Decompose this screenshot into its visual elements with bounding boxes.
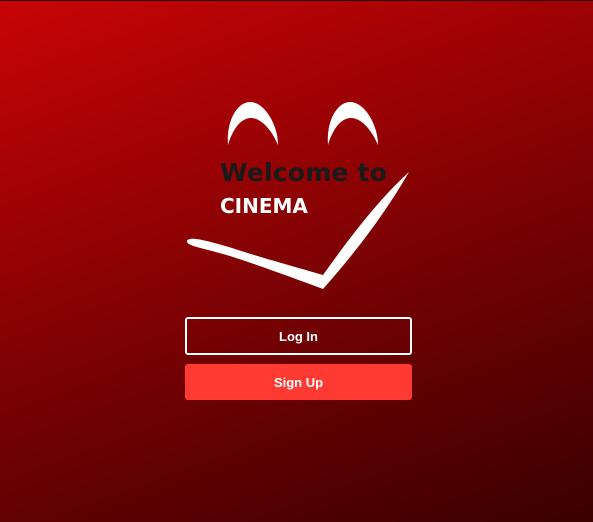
signup-button[interactable]: Sign Up <box>185 364 412 400</box>
smile-mouth-icon <box>186 172 409 289</box>
login-button[interactable]: Log In <box>185 317 412 355</box>
welcome-heading: Welcome to <box>220 158 388 187</box>
smiley-face-graphic <box>186 101 409 289</box>
right-eye-icon <box>327 101 378 145</box>
left-eye-icon <box>227 101 278 145</box>
cinema-logo: Welcome to CINEMA <box>0 0 593 300</box>
brand-name: CINEMA <box>220 194 308 218</box>
